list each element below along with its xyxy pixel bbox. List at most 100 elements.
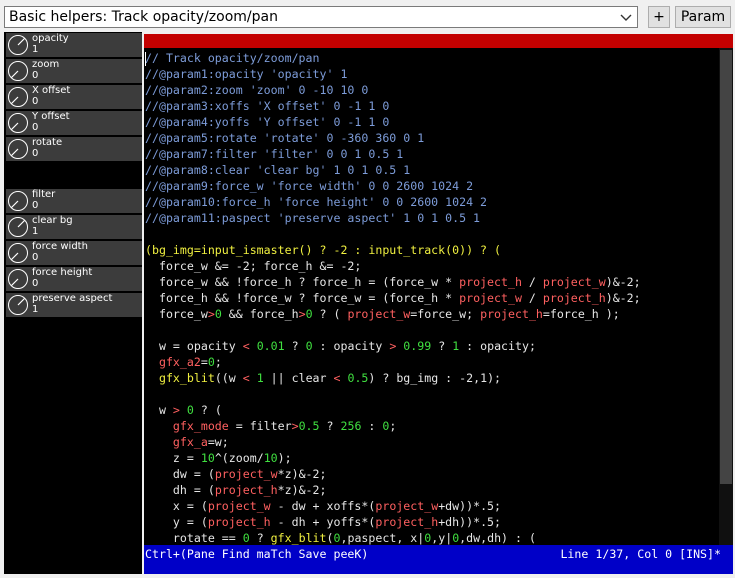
toolbar: Basic helpers: Track opacity/zoom/pan + … [0,0,735,32]
knob-opacity[interactable]: opacity 1 [6,33,142,57]
code-line: dw = (project_w*z)&-2; [145,466,719,482]
code-token: force_w &= -2; force_h &= -2; [145,259,362,273]
code-token: 0 [179,403,194,417]
code-token: 256 [340,419,362,433]
editor-scrollbar[interactable] [719,48,733,545]
knob-filter[interactable]: filter 0 [6,189,142,213]
code-token: project_w [542,275,606,289]
code-token: //@param1:opacity 'opacity' 1 [145,67,348,81]
knob-icon [8,139,28,159]
knob-label: force width [32,241,88,252]
code-area[interactable]: // Track opacity/zoom/pan //@param1:opaci… [145,50,719,546]
code-token: / [521,291,543,305]
param-button[interactable]: Param [675,6,731,28]
code-line: //@param1:opacity 'opacity' 1 [145,66,719,82]
knob-y-offset[interactable]: Y offset 0 [6,111,142,135]
code-line: dh = (project_h*z)&-2; [145,482,719,498]
knob-label: filter [32,189,56,200]
preset-dropdown[interactable]: Basic helpers: Track opacity/zoom/pan [4,6,638,28]
code-token: || clear [263,371,334,385]
code-token: ,dw,dh) : ( [459,531,536,545]
add-button[interactable]: + [648,6,670,28]
code-token: 0 [214,307,222,321]
knob-label: X offset [32,85,71,96]
code-token: ( [326,531,334,545]
code-token: project_w [459,291,522,305]
code-token: +dw))*.5; [438,499,502,513]
code-line: w = opacity < 0.01 ? 0 : opacity > 0.99 … [145,338,719,354]
code-line: gfx_mode = filter>0.5 ? 256 : 0; [145,418,719,434]
scrollbar-thumb[interactable] [720,50,732,484]
code-token: force_h && !force_w ? force_w = (force_h… [145,291,460,305]
code-line: gfx_a2=0; [145,354,719,370]
code-line: //@param11:paspect 'preserve aspect' 1 0… [145,210,719,226]
knob-label: clear bg [32,215,73,226]
code-token: / [521,275,543,289]
code-line: //@param3:xoffs 'X offset' 0 -1 1 0 [145,98,719,114]
code-token: force_w && !force_h ? force_h = (force_w… [145,275,460,289]
editor-error-bar [144,34,733,48]
code-token: 0.5 [298,419,320,433]
knob-label: preserve aspect [32,293,113,304]
knob-clear-bg[interactable]: clear bg 1 [6,215,142,239]
code-line: gfx_blit((w < 1 || clear < 0.5) ? bg_img… [145,370,719,386]
code-line: (bg_img=input_ismaster() ? -2 : input_tr… [145,242,719,258]
knob-value: 0 [32,278,39,289]
knob-value: 0 [32,122,39,133]
code-token: dw = ( [145,467,215,481]
code-token: ? [431,339,453,353]
code-token: > [207,307,215,321]
code-token: 0 [242,531,250,545]
code-token: ); [277,451,292,465]
knob-icon [8,35,28,55]
code-token: +dh))*.5; [438,515,502,529]
knob-preserve-aspect[interactable]: preserve aspect 1 [6,293,142,317]
code-token: 0 [305,339,313,353]
code-token: rotate == [145,531,243,545]
code-line: // Track opacity/zoom/pan [145,50,719,66]
code-line: z = 10^(zoom/10); [145,450,719,466]
code-token: ? ( [193,403,222,417]
text-cursor [145,52,146,66]
code-token: 10 [263,451,278,465]
code-line: force_h && !force_w ? force_w = (force_h… [145,290,719,306]
code-line: w > 0 ? ( [145,402,719,418]
code-token: ((w [214,371,243,385]
code-token: > [172,403,180,417]
knob-icon [8,269,28,289]
knob-x-offset[interactable]: X offset 0 [6,85,142,109]
code-editor[interactable]: // Track opacity/zoom/pan //@param1:opaci… [144,34,733,574]
code-token: project_w [214,467,278,481]
code-token: // Track opacity/zoom/pan [145,51,320,65]
code-token: : opacity; [459,339,536,353]
knob-rotate[interactable]: rotate 0 [6,137,142,161]
code-token: //@param5:rotate 'rotate' 0 -360 360 0 1 [145,131,425,145]
code-token: //@param11:paspect 'preserve aspect' 1 0… [145,211,481,225]
code-token: < [242,339,250,353]
knob-zoom[interactable]: zoom 0 [6,59,142,83]
code-token: ; [389,419,397,433]
code-token: gfx_blit [270,531,327,545]
code-token: //@param2:zoom 'zoom' 0 -10 10 0 [145,83,369,97]
code-token: : opacity [312,339,390,353]
code-line: //@param2:zoom 'zoom' 0 -10 10 0 [145,82,719,98]
code-token: 1 [249,371,264,385]
knob-value: 1 [32,304,39,315]
knob-value: 1 [32,44,39,55]
knob-force-width[interactable]: force width 0 [6,241,142,265]
code-token: ? [319,419,341,433]
code-token: = filter [228,419,292,433]
code-line: //@param4:yoffs 'Y offset' 0 -1 1 0 [145,114,719,130]
code-token: project_h [214,483,278,497]
knob-label: opacity [32,33,69,44]
knob-value: 0 [32,252,39,263]
code-token: 0.99 [396,339,432,353]
code-token: *z)&-2; [277,483,327,497]
knob-icon [8,217,28,237]
code-token: ? ( [312,307,348,321]
code-token: 0.5 [340,371,369,385]
code-token: x = ( [145,499,208,513]
knob-force-height[interactable]: force height 0 [6,267,142,291]
editor-status-bar: Ctrl+(Pane Find maTch Save peeK) Line 1/… [144,545,733,574]
